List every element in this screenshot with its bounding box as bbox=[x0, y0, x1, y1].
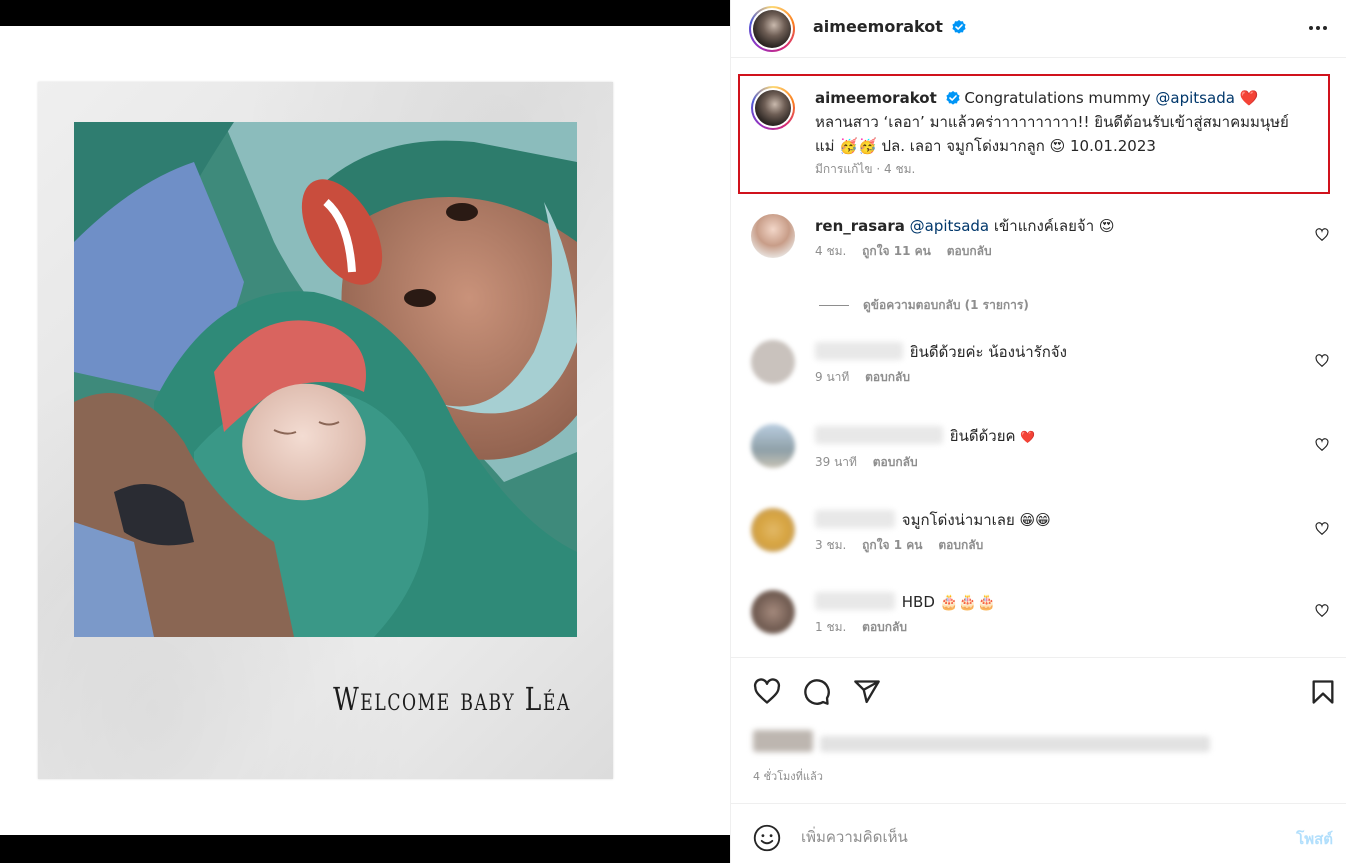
comment-input[interactable] bbox=[801, 824, 1261, 850]
replies-line bbox=[819, 305, 849, 306]
caption-line-3-mid: ปล. เลอา จมูกโด่งมากลูก bbox=[881, 137, 1045, 155]
commenter-avatar[interactable] bbox=[751, 590, 795, 634]
comment-like-icon[interactable] bbox=[1315, 438, 1329, 452]
comment-item: HBD 🎂🎂🎂 1 ชม. ตอบกลับ bbox=[751, 590, 1341, 650]
comment-time[interactable]: 4 ชม. bbox=[815, 244, 846, 258]
comment-text: เข้าแกงค์เลยจ้า bbox=[993, 217, 1095, 235]
letterbox-top bbox=[0, 0, 730, 26]
comment-like-icon[interactable] bbox=[1315, 604, 1329, 618]
post-side-panel: aimeemorakot aimeemorakot Congratulation… bbox=[730, 0, 1346, 863]
send-icon[interactable] bbox=[853, 678, 881, 706]
view-replies-link[interactable]: ดูข้อความตอบกลับ (1 รายการ) bbox=[819, 296, 1029, 315]
post-photo bbox=[74, 122, 577, 637]
commenter-avatar[interactable] bbox=[751, 508, 795, 552]
comment-text: HBD 🎂🎂🎂 bbox=[901, 593, 996, 611]
caption-username[interactable]: aimeemorakot bbox=[815, 89, 937, 107]
polaroid-caption: Welcome baby Léa bbox=[333, 680, 571, 718]
comment-time[interactable]: 1 ชม. bbox=[815, 620, 846, 634]
comment-item: ยินดีด้วยค่ะ น้องน่ารักจัง 9 นาที ตอบกลั… bbox=[751, 340, 1341, 400]
instagram-post-view: Welcome baby Léa aimeemorakot aimeemorak… bbox=[0, 0, 1346, 863]
reply-button[interactable]: ตอบกลับ bbox=[873, 455, 918, 469]
comment-time[interactable]: 9 นาที bbox=[815, 370, 849, 384]
comment-item: จมูกโด่งน่ามาเลย 😁😁 3 ชม. ถูกใจ 1 คน ตอบ… bbox=[751, 508, 1341, 568]
comment-item: ren_rasara @apitsada เข้าแกงค์เลยจ้า 😍 4… bbox=[751, 214, 1341, 274]
comment-emoji: 😁😁 bbox=[1019, 511, 1051, 529]
reply-button[interactable]: ตอบกลับ bbox=[938, 538, 983, 552]
footer-divider bbox=[731, 803, 1346, 804]
comment-time[interactable]: 39 นาที bbox=[815, 455, 857, 469]
comment-emoji: ❤️ bbox=[1020, 430, 1036, 444]
comment-body: HBD 🎂🎂🎂 1 ชม. ตอบกลับ bbox=[815, 590, 1295, 636]
post-comment-button[interactable]: โพสต์ bbox=[1296, 827, 1333, 851]
party-emoji: 🥳🥳 bbox=[839, 137, 877, 155]
post-timestamp[interactable]: 4 ชั่วโมงที่แล้ว bbox=[753, 767, 823, 785]
comment-icon[interactable] bbox=[803, 678, 831, 706]
comment-text: จมูกโด่งน่ามาเลย bbox=[901, 511, 1015, 529]
comment-time[interactable]: 3 ชม. bbox=[815, 538, 846, 552]
comment-body: ren_rasara @apitsada เข้าแกงค์เลยจ้า 😍 4… bbox=[815, 214, 1295, 260]
bookmark-icon[interactable] bbox=[1309, 678, 1337, 706]
comments-divider bbox=[731, 657, 1346, 658]
caption-line-2: หลานสาว ‘เลอา’ มาแล้วคร่าาาาาาาาาา!! ยิน… bbox=[815, 113, 1289, 131]
reply-button[interactable]: ตอบกลับ bbox=[947, 244, 992, 258]
commenter-avatar[interactable] bbox=[751, 214, 795, 258]
letterbox-bottom bbox=[0, 835, 730, 863]
caption-heart-emoji: ❤️ bbox=[1239, 89, 1259, 107]
comment-text: ยินดีด้วยค่ะ น้องน่ารักจัง bbox=[909, 343, 1067, 361]
comment-body: ยินดีด้วยค ❤️ 39 นาที ตอบกลับ bbox=[815, 424, 1295, 471]
comment-username[interactable]: ren_rasara bbox=[815, 217, 905, 235]
header-divider bbox=[731, 57, 1346, 58]
comment-body: จมูกโด่งน่ามาเลย 😁😁 3 ชม. ถูกใจ 1 คน ตอบ… bbox=[815, 508, 1295, 554]
blurred-username[interactable] bbox=[815, 426, 943, 444]
heart-icon[interactable] bbox=[753, 678, 781, 706]
caption-meta: มีการแก้ไข · 4 ชม. bbox=[815, 162, 916, 176]
comment-like-icon[interactable] bbox=[1315, 228, 1329, 242]
caption-date: 10.01.2023 bbox=[1070, 137, 1156, 155]
reply-button[interactable]: ตอบกลับ bbox=[865, 370, 910, 384]
liked-by-line[interactable] bbox=[753, 730, 1213, 752]
comment-item: ยินดีด้วยค ❤️ 39 นาที ตอบกลับ bbox=[751, 424, 1341, 484]
comment-mention[interactable]: @apitsada bbox=[910, 217, 989, 235]
verified-badge-icon bbox=[945, 91, 960, 105]
header-username[interactable]: aimeemorakot bbox=[813, 17, 943, 36]
caption-body: aimeemorakot Congratulations mummy @apit… bbox=[815, 86, 1345, 178]
view-replies-label: ดูข้อความตอบกลับ (1 รายการ) bbox=[863, 298, 1029, 312]
commenter-avatar[interactable] bbox=[751, 424, 795, 468]
blurred-username[interactable] bbox=[815, 592, 895, 610]
blurred-username[interactable] bbox=[815, 510, 895, 528]
emoji-smile-icon[interactable] bbox=[753, 824, 781, 852]
comment-like-icon[interactable] bbox=[1315, 354, 1329, 368]
action-bar bbox=[731, 672, 1346, 712]
post-header: aimeemorakot bbox=[731, 0, 1346, 57]
caption-text-1: Congratulations mummy bbox=[964, 89, 1151, 107]
caption-mention[interactable]: @apitsada bbox=[1155, 89, 1234, 107]
comment-likes[interactable]: ถูกใจ 11 คน bbox=[862, 244, 931, 258]
verified-badge-icon bbox=[952, 20, 966, 34]
caption-avatar[interactable] bbox=[751, 86, 795, 130]
reply-button[interactable]: ตอบกลับ bbox=[862, 620, 907, 634]
comment-emoji: 😍 bbox=[1098, 217, 1115, 235]
liked-by-text bbox=[820, 736, 1211, 752]
comment-text: ยินดีด้วยค bbox=[949, 427, 1016, 445]
header-user: aimeemorakot bbox=[813, 17, 966, 36]
author-avatar[interactable] bbox=[749, 6, 795, 52]
comment-likes[interactable]: ถูกใจ 1 คน bbox=[862, 538, 922, 552]
caption-line-3-start: แม่ bbox=[815, 137, 835, 155]
comment-body: ยินดีด้วยค่ะ น้องน่ารักจัง 9 นาที ตอบกลั… bbox=[815, 340, 1295, 386]
comment-like-icon[interactable] bbox=[1315, 522, 1329, 536]
post-media[interactable]: Welcome baby Léa bbox=[0, 0, 730, 863]
polaroid-frame: Welcome baby Léa bbox=[38, 82, 613, 779]
blurred-username[interactable] bbox=[815, 342, 903, 360]
commenter-avatar[interactable] bbox=[751, 340, 795, 384]
add-comment-bar: โพสต์ bbox=[731, 810, 1346, 863]
liked-by-avatars bbox=[753, 730, 813, 752]
more-options-icon[interactable] bbox=[1309, 18, 1333, 38]
heart-eyes-emoji: 😍 bbox=[1049, 137, 1066, 155]
